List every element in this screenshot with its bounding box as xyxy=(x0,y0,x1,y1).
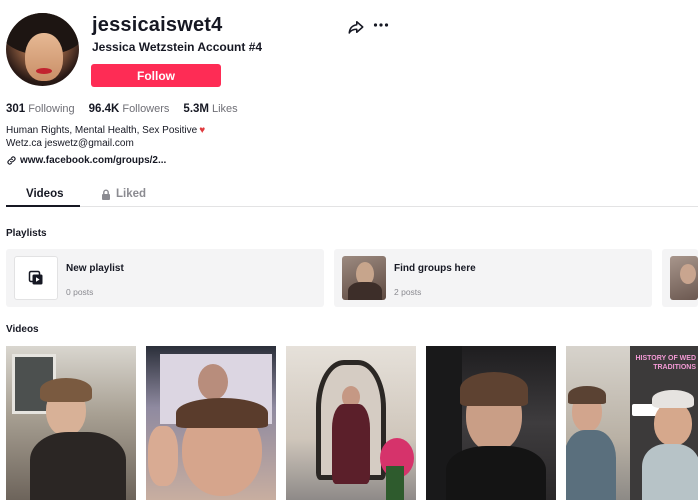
playlist-icon xyxy=(28,270,43,285)
bio-line: Human Rights, Mental Health, Sex Positiv… xyxy=(6,124,205,137)
link-icon xyxy=(7,156,16,165)
avatar[interactable] xyxy=(6,13,79,86)
bio-link-text: www.facebook.com/groups/2... xyxy=(20,155,167,166)
playlist-card-partial[interactable] xyxy=(662,249,698,307)
playlist-card[interactable]: New playlist 0 posts xyxy=(6,249,324,307)
avatar-lips xyxy=(36,68,52,74)
playlist-name: New playlist xyxy=(66,263,124,274)
stat-label: Followers xyxy=(122,103,170,115)
heart-icon: ♥ xyxy=(199,125,206,136)
video-thumbnail[interactable] xyxy=(6,346,136,500)
playlists-heading: Playlists xyxy=(6,228,47,239)
bio-link[interactable]: www.facebook.com/groups/2... xyxy=(6,155,166,166)
video-overlay-text: HISTORY OF WED TRADITIONS xyxy=(635,355,696,371)
stat-likes: 5.3M Likes xyxy=(183,103,237,115)
profile-full-name: Jessica Wetzstein Account #4 xyxy=(92,40,263,54)
active-tab-indicator xyxy=(6,205,80,207)
video-thumbnail[interactable] xyxy=(286,346,416,500)
profile-handle: jessicaiswet4 xyxy=(92,14,223,36)
playlist-count: 2 posts xyxy=(394,287,422,297)
stat-label: Likes xyxy=(212,103,238,115)
playlist-thumbnail xyxy=(342,256,386,300)
video-thumbnail[interactable] xyxy=(426,346,556,500)
playlist-card[interactable]: Find groups here 2 posts xyxy=(334,249,652,307)
tab-videos[interactable]: Videos xyxy=(26,188,64,200)
bio-text: Human Rights, Mental Health, Sex Positiv… xyxy=(6,125,198,136)
tab-label: Liked xyxy=(116,188,147,200)
more-options-icon[interactable] xyxy=(373,22,389,28)
playlist-thumbnail xyxy=(14,256,58,300)
bio-line: Wetz.ca jeswetz@gmail.com xyxy=(6,138,134,149)
stat-following[interactable]: 301 Following xyxy=(6,103,75,115)
profile-tabs: Videos Liked xyxy=(6,185,698,207)
playlist-thumbnail xyxy=(670,256,698,300)
stat-value: 5.3M xyxy=(183,103,209,115)
stat-value: 301 xyxy=(6,103,26,115)
follow-button[interactable]: Follow xyxy=(91,64,221,87)
video-thumbnail[interactable] xyxy=(146,346,276,500)
profile-bio: Human Rights, Mental Health, Sex Positiv… xyxy=(6,124,205,150)
lock-icon xyxy=(102,189,110,200)
video-thumbnail[interactable]: HISTORY OF WED TRADITIONS xyxy=(566,346,698,500)
videos-heading: Videos xyxy=(6,324,39,335)
playlist-count: 0 posts xyxy=(66,287,94,297)
stat-value: 96.4K xyxy=(88,103,120,115)
playlist-name: Find groups here xyxy=(394,263,476,274)
share-icon[interactable] xyxy=(347,18,365,36)
stat-followers[interactable]: 96.4K Followers xyxy=(89,103,170,115)
profile-stats: 301 Following 96.4K Followers 5.3M Likes xyxy=(6,103,238,115)
tab-liked[interactable]: Liked xyxy=(101,188,146,200)
stat-label: Following xyxy=(28,103,75,115)
